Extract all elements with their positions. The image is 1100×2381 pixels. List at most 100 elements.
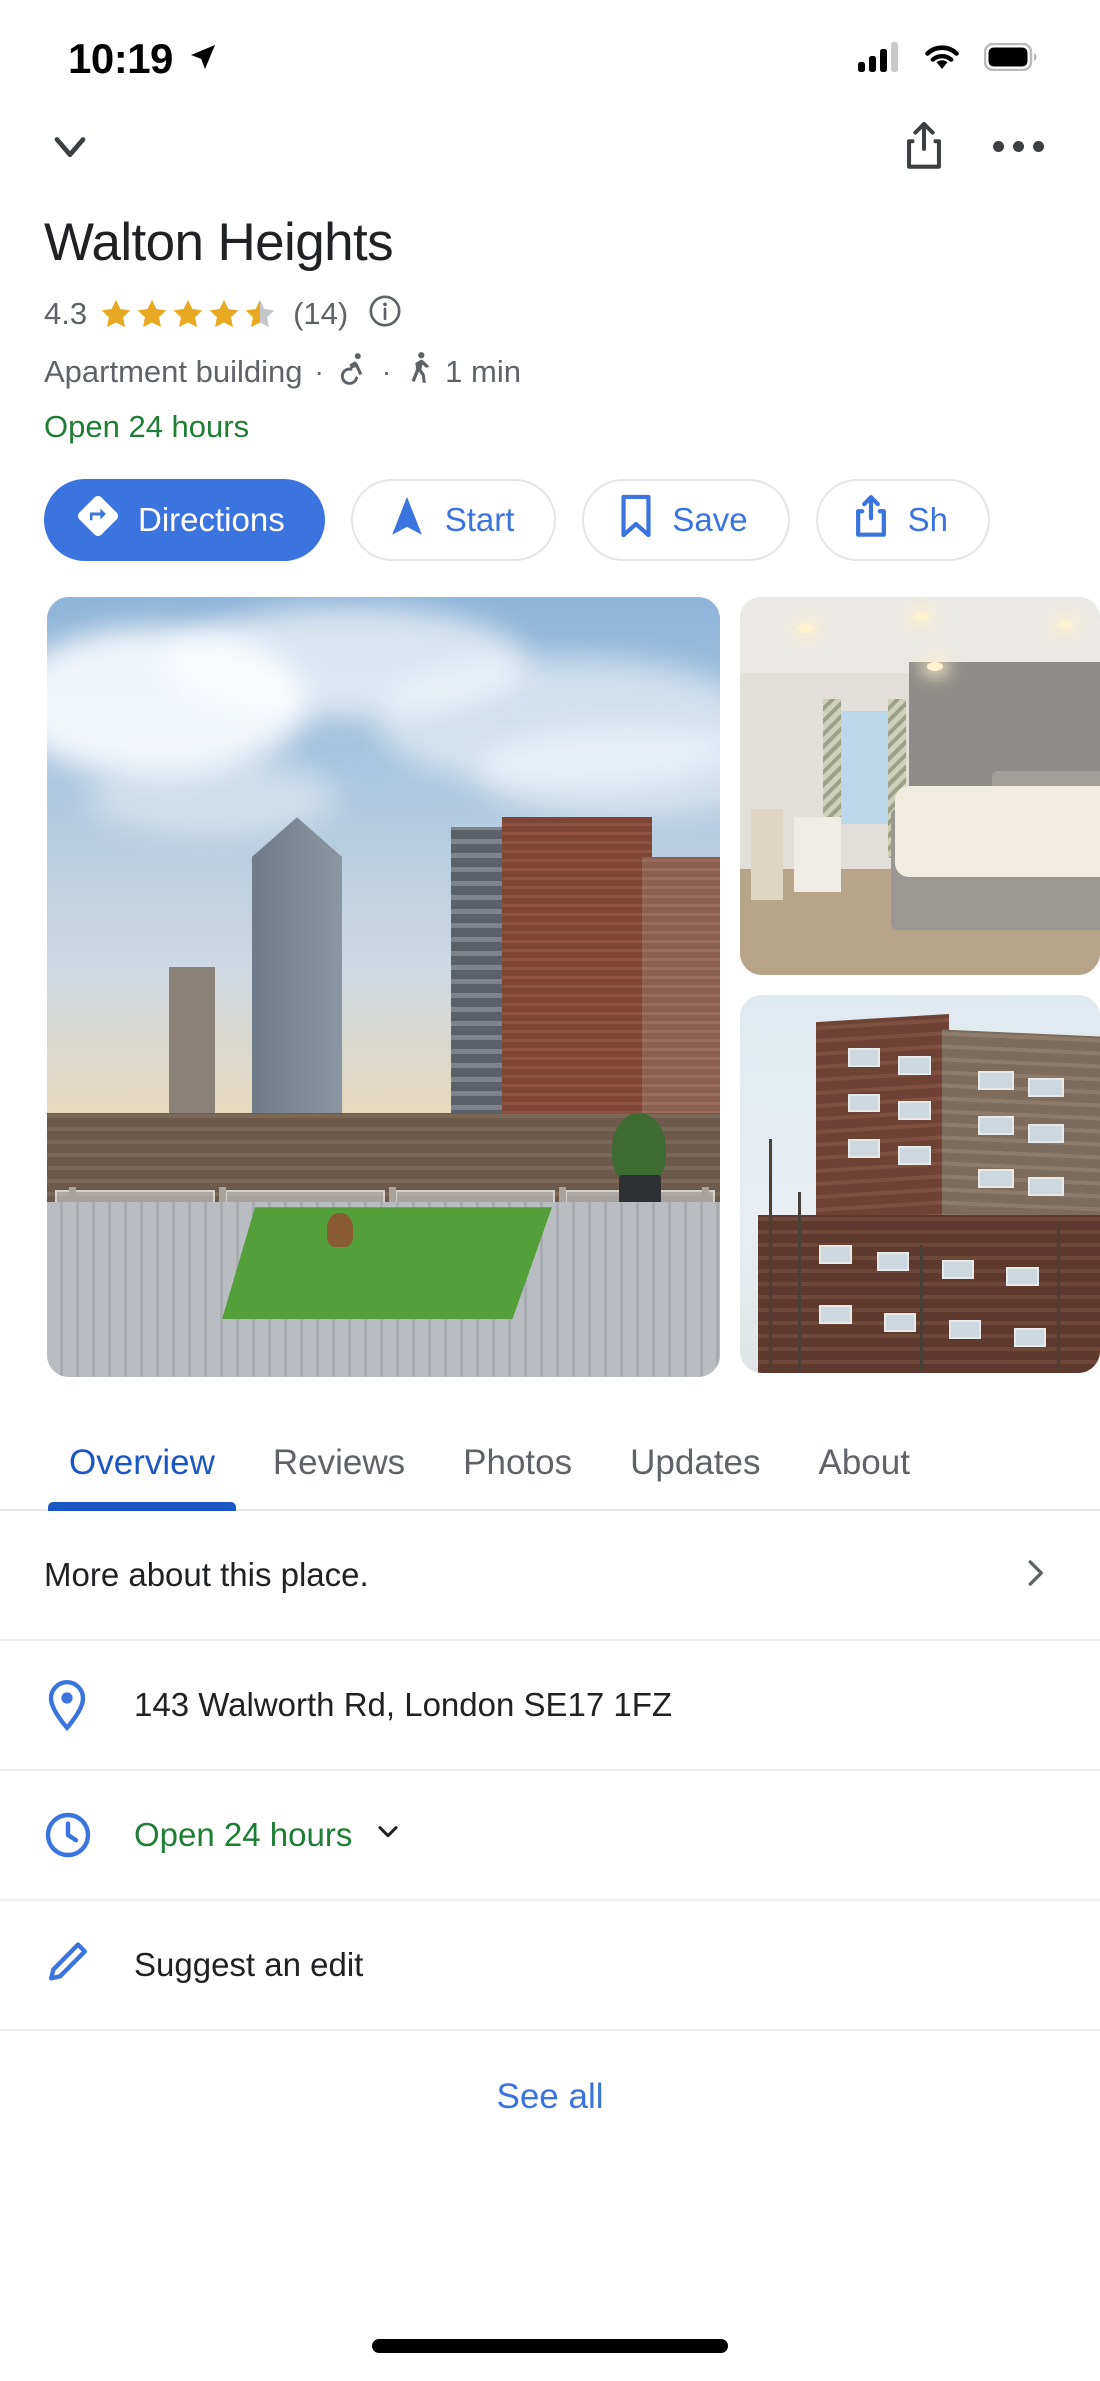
building-base (758, 1215, 1100, 1374)
share-icon (852, 494, 890, 546)
battery-full-icon (984, 43, 1038, 76)
window (978, 1169, 1014, 1188)
tab-about[interactable]: About (789, 1443, 938, 1509)
ceiling-light (927, 662, 943, 671)
directions-button[interactable]: Directions (44, 479, 325, 561)
directions-label: Directions (138, 501, 285, 539)
suggest-edit-row[interactable]: Suggest an edit (0, 1901, 1100, 2031)
share-label: Sh (908, 501, 948, 539)
tree (920, 1245, 923, 1374)
window (949, 1320, 981, 1339)
rating-row[interactable]: 4.3 (14) (44, 294, 1056, 333)
hours-row[interactable]: Open 24 hours (0, 1771, 1100, 1901)
pencil-icon (44, 1941, 134, 1989)
window (837, 711, 887, 824)
address-row[interactable]: 143 Walworth Rd, London SE17 1FZ (0, 1641, 1100, 1771)
chair (751, 809, 783, 900)
status-bar: 10:19 (0, 0, 1100, 100)
review-count: (14) (293, 296, 348, 332)
star-full-icon (99, 297, 133, 331)
top-nav-bar (0, 100, 1100, 192)
start-label: Start (445, 501, 515, 539)
suggest-edit-label: Suggest an edit (134, 1946, 1054, 1984)
wheelchair-accessible-icon (336, 351, 370, 393)
status-time: 10:19 (68, 35, 173, 83)
home-indicator (372, 2339, 728, 2353)
mattress (895, 786, 1100, 877)
more-options-button[interactable] (993, 141, 1044, 152)
window (848, 1094, 880, 1113)
star-full-icon (135, 297, 169, 331)
photo-side-column (740, 597, 1100, 1373)
tree (1057, 1222, 1060, 1373)
tab-reviews[interactable]: Reviews (244, 1443, 434, 1509)
tree (769, 1139, 772, 1373)
collapse-sheet-button[interactable] (44, 120, 96, 172)
window (1028, 1078, 1064, 1097)
window (898, 1101, 930, 1120)
chevron-down-icon (44, 120, 96, 172)
address-text: 143 Walworth Rd, London SE17 1FZ (134, 1686, 1054, 1724)
status-bar-right (858, 42, 1038, 77)
place-header: Walton Heights 4.3 (14) Apartment buildi… (0, 192, 1100, 445)
dog-figure (327, 1213, 353, 1247)
star-full-icon (171, 297, 205, 331)
page-title: Walton Heights (44, 214, 1056, 272)
chevron-down-icon[interactable] (372, 1815, 404, 1855)
tab-updates[interactable]: Updates (601, 1443, 789, 1509)
star-half-icon (243, 297, 277, 331)
window (898, 1146, 930, 1165)
location-pin-icon (44, 1679, 134, 1731)
clock-icon (44, 1811, 134, 1859)
action-buttons-row: Directions Start Save Sh (0, 445, 1100, 561)
chevron-right-icon (1016, 1554, 1054, 1597)
window (1028, 1177, 1064, 1196)
window (877, 1252, 909, 1271)
start-button[interactable]: Start (351, 479, 557, 561)
hours-status-summary: Open 24 hours (44, 409, 1056, 445)
navigation-arrow-icon (387, 494, 427, 546)
window (848, 1139, 880, 1158)
window (884, 1313, 916, 1332)
window (942, 1260, 974, 1279)
share-icon (901, 120, 947, 172)
place-meta-row: Apartment building · · 1 min (44, 351, 1056, 393)
tab-overview[interactable]: Overview (40, 1443, 244, 1509)
more-about-this-place-row[interactable]: More about this place. (0, 1511, 1100, 1641)
status-bar-left: 10:19 (68, 35, 219, 83)
window (1014, 1328, 1046, 1347)
more-about-label: More about this place. (44, 1556, 1016, 1594)
save-button[interactable]: Save (582, 479, 789, 561)
walk-time: 1 min (445, 354, 521, 390)
section-tabs: Overview Reviews Photos Updates About (0, 1403, 1100, 1511)
artificial-grass (222, 1207, 552, 1319)
window (1028, 1124, 1064, 1143)
tower-building (252, 817, 342, 1147)
desk (794, 817, 841, 893)
share-button[interactable] (901, 120, 947, 172)
window (819, 1245, 851, 1264)
hours-status-row: Open 24 hours (134, 1815, 1054, 1855)
building-exterior-photo[interactable] (740, 995, 1100, 1373)
meta-separator-1: · (313, 356, 326, 388)
ceiling-light (1057, 620, 1073, 629)
place-category: Apartment building (44, 354, 303, 390)
window (898, 1056, 930, 1075)
save-label: Save (672, 501, 747, 539)
rooftop-terrace-photo[interactable] (47, 597, 720, 1377)
window (1006, 1267, 1038, 1286)
see-all-link[interactable]: See all (0, 2077, 1100, 2117)
share-action-button[interactable]: Sh (816, 479, 990, 561)
meta-separator-2: · (380, 356, 393, 388)
walking-person-icon (403, 351, 435, 393)
bookmark-icon (618, 494, 654, 546)
bedroom-photo[interactable] (740, 597, 1100, 975)
window (848, 1048, 880, 1067)
photo-gallery (0, 561, 1100, 1373)
tab-photos[interactable]: Photos (434, 1443, 601, 1509)
top-nav-actions (901, 120, 1044, 172)
overflow-menu-icon (993, 141, 1044, 152)
hours-text: Open 24 hours (134, 1816, 352, 1854)
ceiling-light (798, 624, 814, 633)
info-icon[interactable] (368, 294, 402, 333)
